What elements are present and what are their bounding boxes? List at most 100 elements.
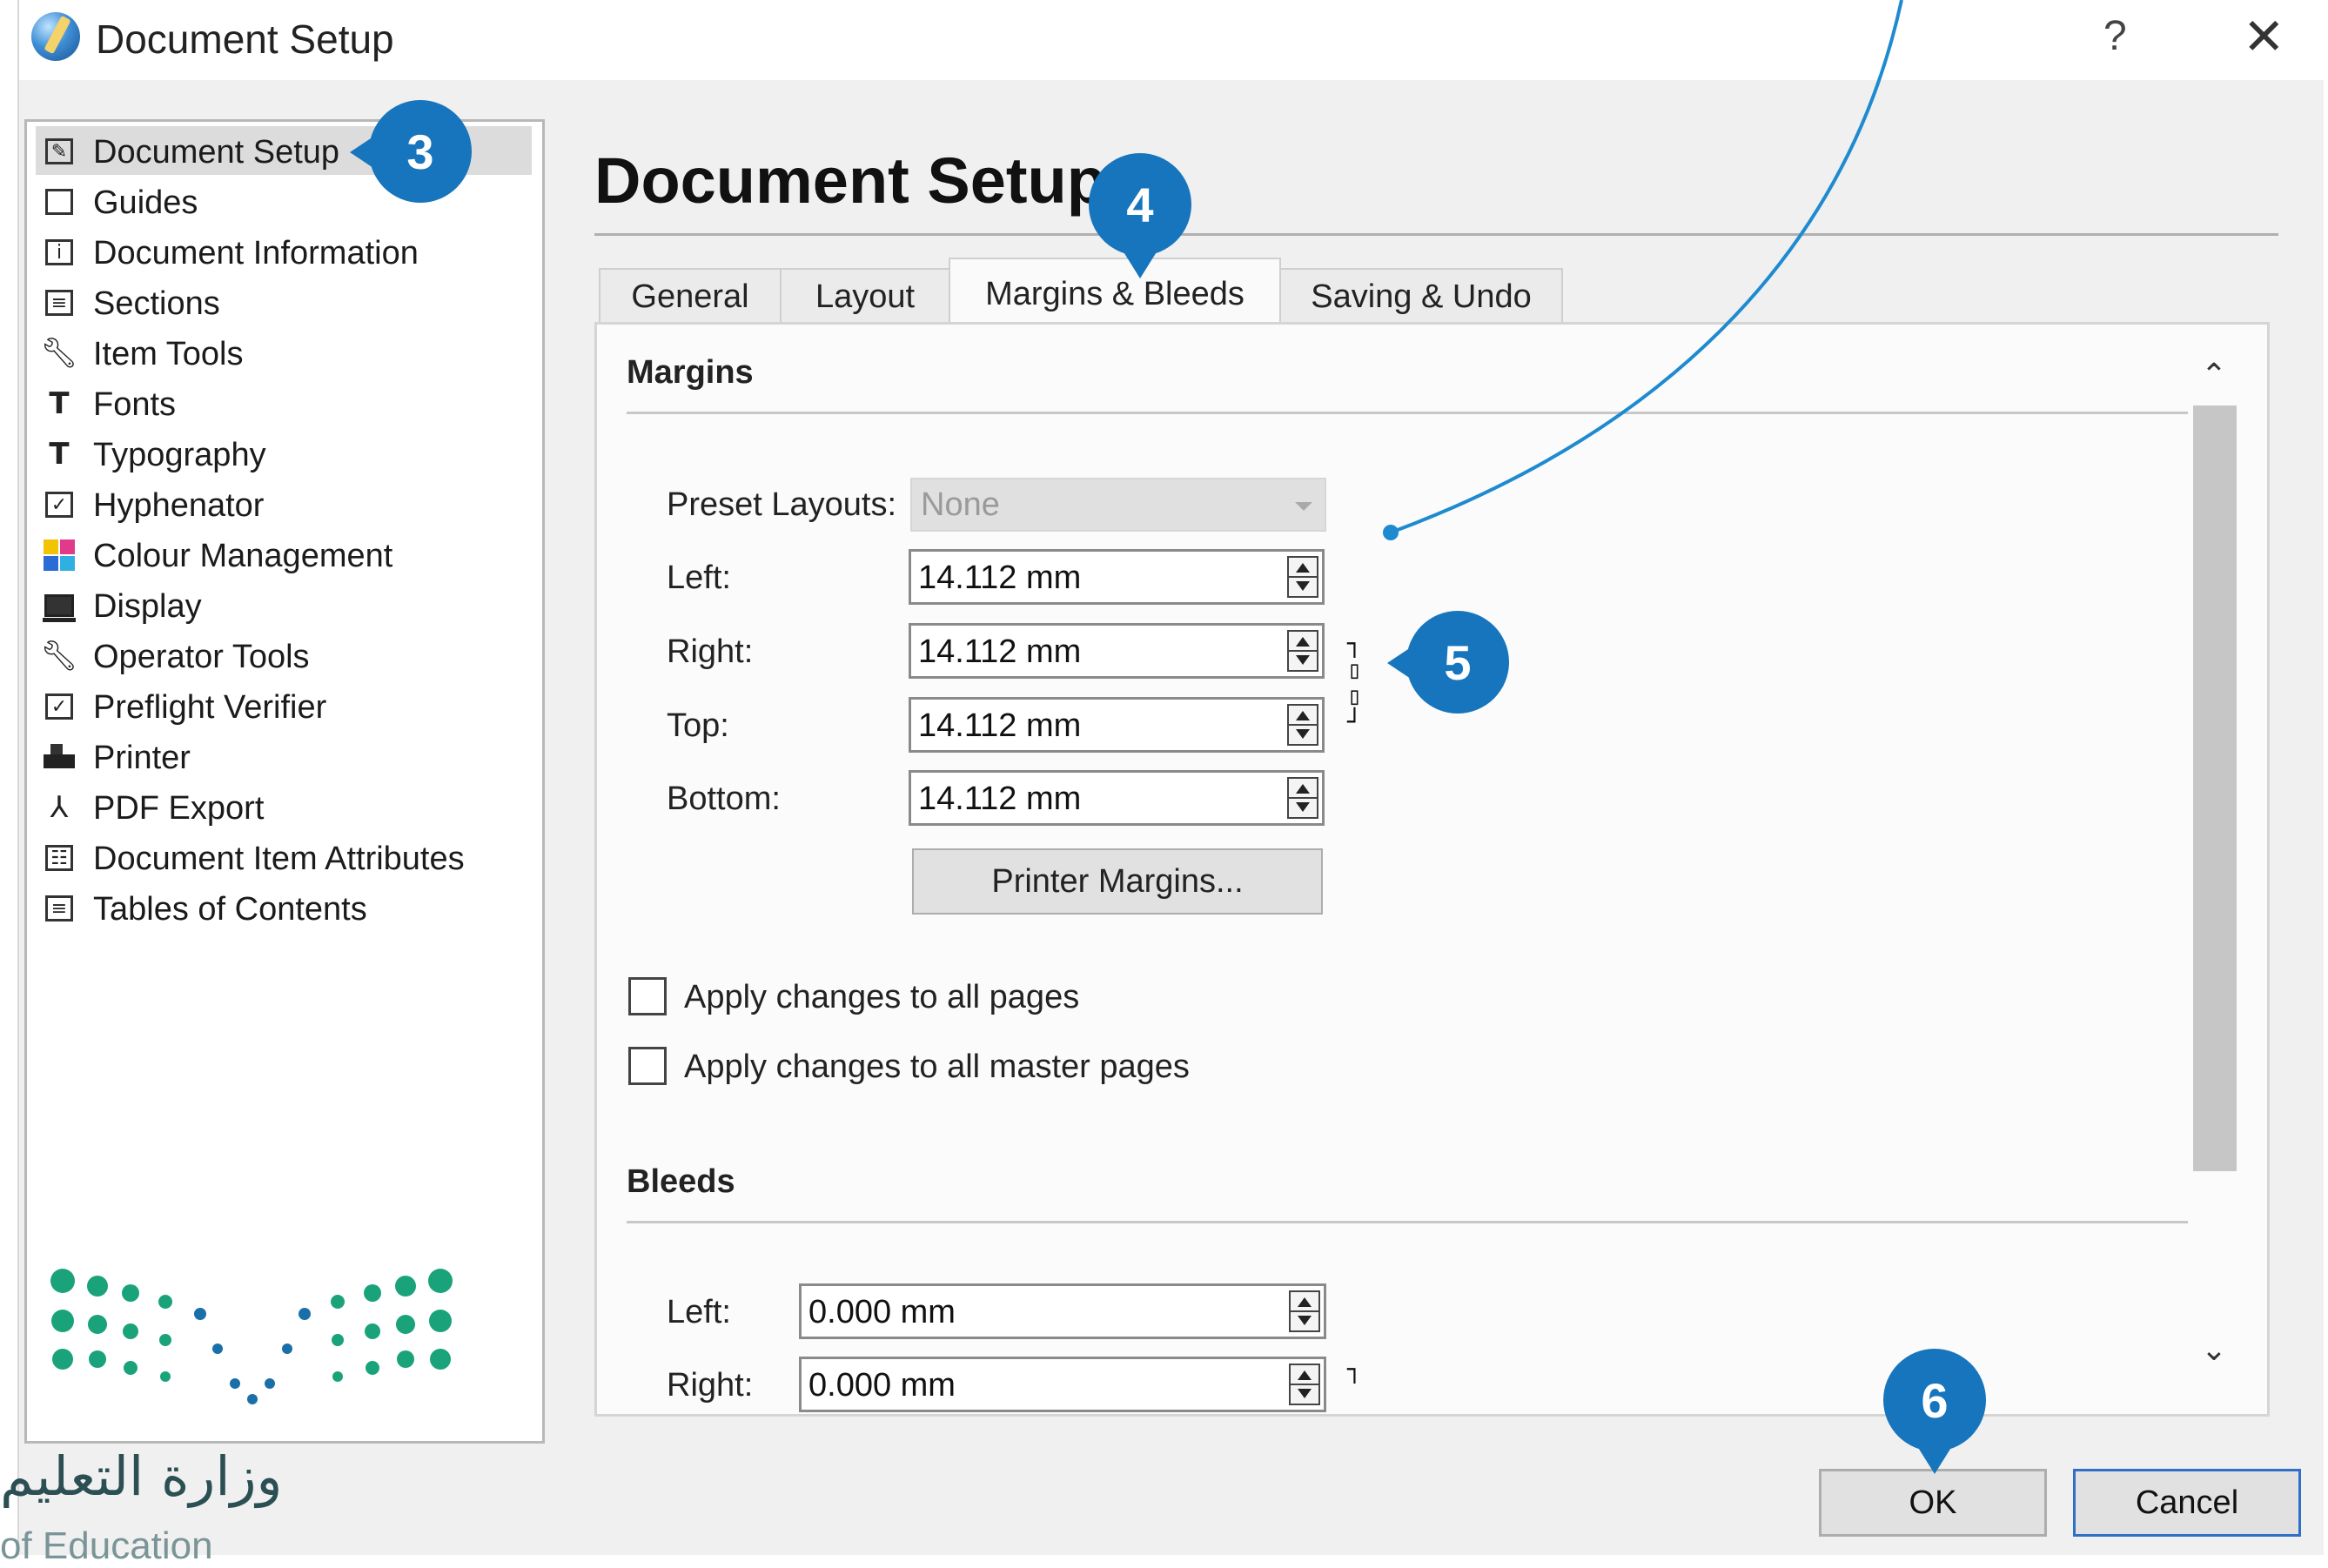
typography-icon: T (49, 437, 70, 472)
ok-button[interactable]: OK (1819, 1469, 2047, 1537)
sidebar-item-tables-of-contents[interactable]: ≡ Tables of Contents (36, 883, 532, 932)
sidebar-item-label: PDF Export (93, 790, 265, 827)
link-bleeds-chain-icon[interactable]: ┐ (1347, 1357, 1362, 1383)
sidebar-item-label: Item Tools (93, 336, 244, 372)
sidebar-item-label: Printer (93, 740, 191, 776)
tab-saving-undo[interactable]: Saving & Undo (1279, 268, 1563, 324)
apply-all-master-pages-checkbox[interactable] (628, 1047, 667, 1085)
sidebar-item-typography[interactable]: T Typography (36, 429, 532, 478)
sidebar-item-fonts[interactable]: T Fonts (36, 379, 532, 427)
sidebar-item-label: Document Information (93, 235, 419, 271)
font-icon: T (49, 386, 70, 421)
bleeds-header: Bleeds (627, 1163, 735, 1200)
bleeds-divider (627, 1221, 2188, 1223)
sidebar-item-hyphenator[interactable]: ✓ Hyphenator (36, 479, 532, 528)
window-title: Document Setup (96, 17, 394, 62)
title-divider (594, 233, 2278, 236)
margin-bottom-field[interactable]: 14.112 mm (909, 770, 1325, 826)
spin-buttons-icon[interactable] (1287, 777, 1318, 819)
chevron-down-icon[interactable]: ⌄ (2190, 1331, 2238, 1375)
margins-header: Margins (627, 354, 754, 391)
margin-bottom-label: Bottom: (667, 781, 781, 817)
info-icon: i (41, 236, 77, 269)
callout-badge-4: 4 (1089, 153, 1191, 278)
tab-layout[interactable]: Layout (780, 268, 950, 324)
bleed-right-field[interactable]: 0.000 mm (799, 1357, 1326, 1412)
sidebar-item-document-item-attributes[interactable]: ☷ Document Item Attributes (36, 833, 532, 881)
spin-buttons-icon[interactable] (1287, 704, 1318, 746)
preset-layouts-select[interactable]: None (910, 478, 1326, 532)
spin-buttons-icon[interactable] (1289, 1290, 1320, 1332)
margin-left-field[interactable]: 14.112 mm (909, 549, 1325, 605)
scribus-app-icon (31, 12, 80, 61)
color-squares-icon (41, 539, 77, 572)
wrench-icon: 🔧︎ (40, 336, 78, 371)
sidebar-item-document-information[interactable]: i Document Information (36, 227, 532, 276)
ministry-arabic-text: وزارة التعليم (0, 1444, 283, 1508)
margin-bottom-value: 14.112 mm (918, 781, 1082, 817)
callout-badge-3: 3 (350, 100, 472, 203)
margin-top-value: 14.112 mm (918, 707, 1082, 744)
monitor-icon (41, 589, 77, 622)
tab-margins-bleeds[interactable]: Margins & Bleeds (949, 258, 1281, 329)
sidebar-item-label: Fonts (93, 386, 177, 423)
page-title: Document Setup (594, 144, 1106, 217)
margin-top-label: Top: (667, 707, 729, 744)
spin-buttons-icon[interactable] (1287, 630, 1318, 672)
sidebar-item-label: Sections (93, 285, 220, 322)
margin-top-field[interactable]: 14.112 mm (909, 697, 1325, 753)
tab-general[interactable]: General (599, 268, 782, 324)
link-margins-chain-icon[interactable]: ┐ ▯ ▯ ┘ (1347, 631, 1362, 735)
margins-divider (627, 412, 2188, 414)
chevron-up-icon[interactable]: ⌃ (2190, 357, 2238, 400)
sidebar-item-label: Document Item Attributes (93, 841, 465, 877)
preset-layouts-value: None (921, 486, 1000, 523)
checkbox-icon: ✓ (41, 690, 77, 723)
settings-sidebar: ✎ Document Setup Guides i Document Infor… (24, 119, 545, 1444)
ministry-logo-dots (50, 1269, 453, 1404)
wrench-icon: 🔧︎ (40, 639, 78, 673)
title-bar: Document Setup ? ✕ (19, 0, 2324, 80)
cancel-button[interactable]: Cancel (2073, 1469, 2301, 1537)
sidebar-item-label: Colour Management (93, 538, 393, 574)
printer-margins-button[interactable]: Printer Margins... (912, 848, 1323, 915)
spin-buttons-icon[interactable] (1289, 1364, 1320, 1405)
bleed-right-label: Right: (667, 1367, 754, 1404)
sidebar-item-item-tools[interactable]: 🔧︎ Item Tools (36, 328, 532, 377)
toc-icon: ≡ (41, 892, 77, 925)
callout-badge-6: 6 (1883, 1349, 1986, 1474)
sidebar-item-colour-management[interactable]: Colour Management (36, 530, 532, 579)
spin-buttons-icon[interactable] (1287, 556, 1318, 598)
callout-badge-5: 5 (1387, 611, 1509, 714)
sidebar-item-display[interactable]: Display (36, 580, 532, 629)
document-setup-icon: ✎ (41, 135, 77, 168)
bleed-left-value: 0.000 mm (808, 1294, 956, 1330)
sidebar-item-pdf-export[interactable]: ⅄ PDF Export (36, 782, 532, 831)
sidebar-item-sections[interactable]: ≡ Sections (36, 278, 532, 326)
apply-all-pages-checkbox[interactable] (628, 977, 667, 1015)
bleed-right-value: 0.000 mm (808, 1367, 956, 1404)
pdf-icon: ⅄ (50, 790, 69, 825)
sidebar-item-printer[interactable]: Printer (36, 732, 532, 781)
sidebar-item-label: Typography (93, 437, 266, 473)
ministry-english-text: of Education (0, 1524, 213, 1567)
sidebar-item-label: Hyphenator (93, 487, 265, 524)
margin-left-value: 14.112 mm (918, 560, 1082, 596)
help-button[interactable]: ? (2103, 12, 2127, 60)
guides-icon (41, 185, 77, 218)
sidebar-item-operator-tools[interactable]: 🔧︎ Operator Tools (36, 631, 532, 680)
panel-scrollbar[interactable]: ⌃ ⌄ (2190, 357, 2238, 1384)
bleed-left-field[interactable]: 0.000 mm (799, 1283, 1326, 1339)
margin-right-field[interactable]: 14.112 mm (909, 623, 1325, 679)
apply-all-master-pages-label: Apply changes to all master pages (684, 1049, 1190, 1085)
sidebar-item-preflight-verifier[interactable]: ✓ Preflight Verifier (36, 681, 532, 730)
preset-layouts-label: Preset Layouts: (667, 486, 897, 523)
sidebar-item-label: Guides (93, 184, 198, 221)
sidebar-item-label: Preflight Verifier (93, 689, 327, 726)
sidebar-item-label: Document Setup (93, 134, 340, 171)
checkbox-icon: ✓ (41, 488, 77, 521)
margin-right-label: Right: (667, 633, 754, 670)
sidebar-item-label: Display (93, 588, 202, 625)
close-button[interactable]: ✕ (2243, 7, 2285, 66)
scrollbar-thumb[interactable] (2193, 405, 2237, 1171)
